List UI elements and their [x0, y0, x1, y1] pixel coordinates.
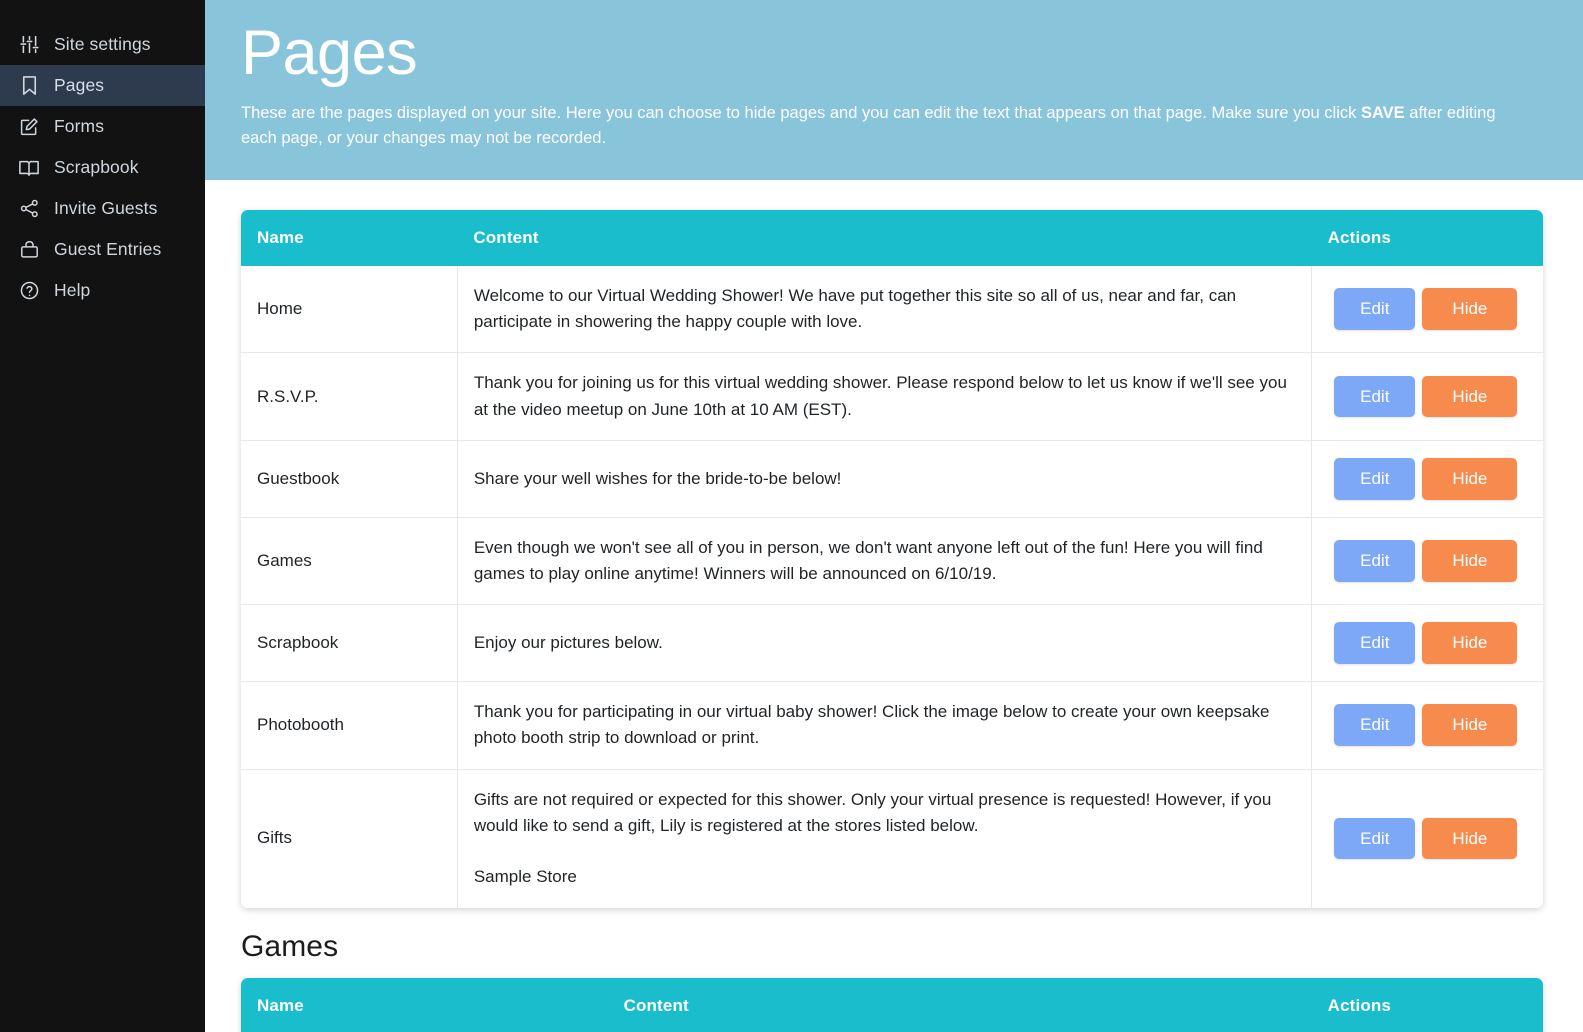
- edit-button[interactable]: Edit: [1334, 622, 1416, 664]
- sidebar-item-invite-guests[interactable]: Invite Guests: [0, 188, 205, 229]
- games-table: Name Content Actions What's in your phon…: [241, 977, 1543, 1032]
- page-content-cell: Enjoy our pictures below.: [457, 604, 1313, 682]
- column-header-content: Content: [457, 209, 1312, 266]
- page-actions-cell: Edit Hide: [1311, 265, 1543, 353]
- page-content-cell: Even though we won't see all of you in p…: [457, 516, 1313, 605]
- content-paragraph: Thank you for joining us for this virtua…: [473, 373, 1287, 419]
- sidebar-item-pages[interactable]: Pages: [0, 65, 205, 106]
- archive-box-icon: [18, 239, 40, 261]
- pen-square-icon: [18, 116, 40, 138]
- content-area: Name Content Actions Home Welcome to our…: [205, 180, 1583, 1032]
- page-name-cell: Games: [241, 516, 458, 605]
- pages-table-head: Name Content Actions: [241, 209, 1543, 266]
- app-root: Site settings Pages Forms Scrapbook Invi…: [0, 0, 1583, 1032]
- page-header: Pages These are the pages displayed on y…: [205, 0, 1583, 180]
- table-row: Games Even though we won't see all of yo…: [241, 516, 1543, 605]
- sidebar-item-site-settings[interactable]: Site settings: [0, 24, 205, 65]
- page-actions-cell: Edit Hide: [1311, 440, 1543, 518]
- pages-table: Name Content Actions Home Welcome to our…: [241, 209, 1543, 908]
- sliders-icon: [18, 34, 40, 56]
- question-circle-icon: [18, 280, 40, 302]
- column-header-content: Content: [607, 977, 1312, 1032]
- share-nodes-icon: [18, 198, 40, 220]
- sidebar-item-help[interactable]: Help: [0, 270, 205, 311]
- content-paragraph: Even though we won't see all of you in p…: [473, 537, 1263, 583]
- column-header-actions: Actions: [1311, 209, 1543, 266]
- content-paragraph: Share your well wishes for the bride-to-…: [473, 468, 842, 488]
- pages-table-wrapper: Name Content Actions Home Welcome to our…: [241, 209, 1543, 908]
- book-open-icon: [18, 157, 40, 179]
- sidebar-item-label: Pages: [54, 74, 105, 95]
- table-row: Scrapbook Enjoy our pictures below. Edit…: [241, 604, 1543, 682]
- page-description-part-1: These are the pages displayed on your si…: [241, 103, 1361, 122]
- table-row: Gifts Gifts are not required or expected…: [241, 768, 1543, 908]
- content-paragraph: Sample Store: [473, 867, 577, 887]
- page-description: These are the pages displayed on your si…: [241, 101, 1513, 152]
- page-name-cell: Home: [241, 265, 458, 353]
- page-actions-cell: Edit Hide: [1311, 516, 1543, 605]
- games-section-title: Games: [241, 929, 339, 963]
- page-name-cell: Photobooth: [241, 680, 458, 770]
- edit-button[interactable]: Edit: [1334, 704, 1416, 746]
- edit-button[interactable]: Edit: [1334, 817, 1416, 860]
- page-title: Pages: [241, 18, 418, 88]
- sidebar-item-label: Help: [54, 279, 91, 300]
- table-row: Guestbook Share your well wishes for the…: [241, 440, 1543, 518]
- page-name-cell: Guestbook: [241, 440, 458, 518]
- content-paragraph: Gifts are not required or expected for t…: [473, 789, 1272, 835]
- content-paragraph: Thank you for participating in our virtu…: [473, 701, 1270, 748]
- games-table-wrapper: Name Content Actions What's in your phon…: [241, 977, 1543, 1032]
- main-content: Pages These are the pages displayed on y…: [205, 0, 1583, 1032]
- table-row: Photobooth Thank you for participating i…: [241, 680, 1543, 770]
- edit-button[interactable]: Edit: [1334, 288, 1416, 330]
- page-name-cell: Gifts: [241, 768, 458, 908]
- column-header-actions: Actions: [1311, 977, 1543, 1032]
- hide-button[interactable]: Hide: [1422, 622, 1518, 664]
- table-header-row: Name Content Actions: [241, 209, 1543, 266]
- hide-button[interactable]: Hide: [1422, 288, 1518, 330]
- sidebar-item-label: Scrapbook: [54, 156, 139, 177]
- edit-button[interactable]: Edit: [1334, 458, 1416, 500]
- hide-button[interactable]: Hide: [1422, 375, 1518, 418]
- table-header-row: Name Content Actions: [241, 977, 1543, 1032]
- bookmark-icon: [18, 75, 40, 97]
- sidebar-item-label: Invite Guests: [54, 197, 158, 218]
- content-paragraph: Welcome to our Virtual Wedding Shower! W…: [473, 285, 1237, 332]
- page-content-cell: Welcome to our Virtual Wedding Shower! W…: [457, 265, 1313, 353]
- hide-button[interactable]: Hide: [1422, 458, 1518, 500]
- sidebar-item-label: Forms: [54, 115, 105, 136]
- page-actions-cell: Edit Hide: [1311, 352, 1543, 441]
- hide-button[interactable]: Hide: [1422, 540, 1518, 582]
- sidebar-item-label: Guest Entries: [54, 238, 162, 259]
- content-paragraph: Enjoy our pictures below.: [473, 632, 663, 652]
- sidebar-item-scrapbook[interactable]: Scrapbook: [0, 147, 205, 188]
- column-header-name: Name: [241, 977, 608, 1032]
- page-actions-cell: Edit Hide: [1311, 680, 1543, 770]
- hide-button[interactable]: Hide: [1422, 704, 1518, 746]
- page-actions-cell: Edit Hide: [1311, 768, 1543, 908]
- table-row: Home Welcome to our Virtual Wedding Show…: [241, 265, 1543, 353]
- page-content-cell: Thank you for participating in our virtu…: [457, 680, 1313, 770]
- sidebar: Site settings Pages Forms Scrapbook Invi…: [0, 0, 205, 1032]
- pages-table-body: Home Welcome to our Virtual Wedding Show…: [241, 265, 1543, 908]
- page-name-cell: R.S.V.P.: [241, 352, 458, 441]
- table-row: R.S.V.P. Thank you for joining us for th…: [241, 352, 1543, 441]
- hide-button[interactable]: Hide: [1422, 817, 1518, 860]
- save-keyword: SAVE: [1360, 103, 1405, 122]
- sidebar-item-forms[interactable]: Forms: [0, 106, 205, 147]
- games-table-head: Name Content Actions: [241, 977, 1543, 1032]
- page-name-cell: Scrapbook: [241, 604, 458, 682]
- edit-button[interactable]: Edit: [1334, 540, 1416, 582]
- column-header-name: Name: [241, 209, 458, 266]
- edit-button[interactable]: Edit: [1334, 375, 1416, 418]
- page-actions-cell: Edit Hide: [1311, 604, 1543, 682]
- page-content-cell: Thank you for joining us for this virtua…: [457, 352, 1313, 441]
- page-content-cell: Gifts are not required or expected for t…: [457, 768, 1313, 908]
- sidebar-item-guest-entries[interactable]: Guest Entries: [0, 229, 205, 270]
- sidebar-item-label: Site settings: [54, 33, 151, 54]
- page-content-cell: Share your well wishes for the bride-to-…: [457, 440, 1313, 518]
